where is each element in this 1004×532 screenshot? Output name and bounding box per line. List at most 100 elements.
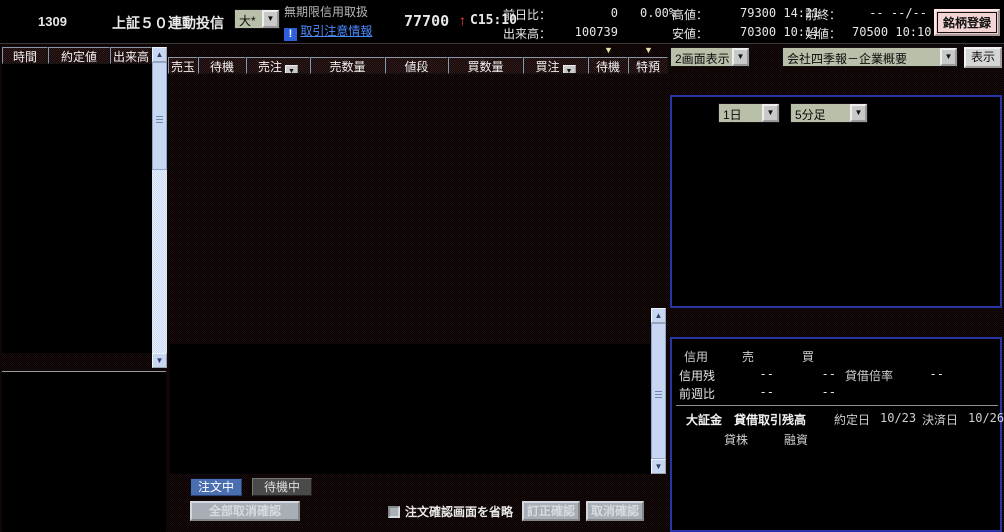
orders-list[interactable]	[170, 344, 650, 474]
book-col-wait-sell: 待機	[198, 57, 246, 74]
volume-label: 出来高：	[503, 25, 551, 42]
current-price: 77700	[404, 12, 449, 30]
book-col-wait-buy: 待機	[588, 57, 628, 74]
stock-code: 1309	[38, 14, 67, 29]
candlestick-chart	[672, 126, 1000, 306]
book-col-sell-qty: 売数量	[310, 57, 385, 74]
filter-waiting-button[interactable]: 待機中	[252, 478, 312, 496]
column-marker-icon: ▼	[604, 45, 613, 55]
show-button[interactable]: 表示	[964, 47, 1002, 68]
trade-notice-link[interactable]: ! 取引注意情報	[284, 22, 372, 41]
book-col-buy-order: 買注▼	[523, 57, 588, 74]
tape-col-time: 時間	[2, 47, 48, 64]
content-select-value: 会社四季報－企業概要	[783, 48, 940, 66]
cancel-all-confirm-button[interactable]: 全部取消確認	[190, 501, 300, 521]
orders-scroll-down-button[interactable]: ▼	[651, 459, 666, 474]
tape-scroll-up-button[interactable]: ▲	[152, 47, 167, 62]
credit-balance-label: 信用残	[679, 367, 715, 384]
book-col-sell-order: 売注▼	[246, 57, 310, 74]
credit-head-sell: 売	[742, 348, 754, 365]
prev-close-label: 前終：	[805, 6, 841, 23]
dropdown-arrow-icon[interactable]: ▼	[940, 48, 957, 66]
confirm-cancel-button[interactable]: 取消確認	[586, 501, 644, 521]
chart-period-value: 1日	[719, 104, 762, 122]
prev-close-value: -- --/--	[855, 6, 927, 20]
scroll-down-icon: ▼	[655, 462, 663, 471]
chart-interval-value: 5分足	[791, 104, 850, 122]
tape-list	[2, 64, 152, 353]
buy-order-dropdown-icon[interactable]: ▼	[563, 65, 576, 74]
week-over-week-sell: --	[732, 385, 774, 399]
dropdown-arrow-icon[interactable]: ▼	[850, 104, 867, 122]
credit-head-label: 信用	[684, 348, 708, 365]
stock-loan-col-label: 貸株	[724, 431, 748, 448]
margin-type-label: 無期限信用取扱	[284, 3, 368, 20]
low-label: 安値：	[672, 25, 708, 42]
trade-date-value: 10/23	[880, 411, 916, 425]
high-label: 高値：	[672, 6, 708, 23]
chart-period-select[interactable]: 1日 ▼	[718, 103, 780, 123]
order-book	[168, 74, 668, 282]
register-symbol-button[interactable]: 銘柄登録	[934, 9, 1000, 36]
orders-table-header	[170, 308, 650, 344]
loan-ratio-label: 貸借倍率	[845, 367, 893, 384]
prev-diff-label: 前日比：	[503, 6, 551, 23]
divider	[676, 405, 998, 406]
lot-size-select[interactable]: 大* ▼	[234, 9, 280, 29]
chart-interval-select[interactable]: 5分足 ▼	[790, 103, 868, 123]
prev-diff-value: 0	[560, 6, 618, 20]
skip-confirm-label: 注文確認画面を省略	[405, 505, 513, 519]
orders-scrollbar-thumb[interactable]	[651, 323, 666, 459]
settle-date-label: 決済日	[922, 411, 958, 428]
scrollbar-grip	[156, 116, 163, 123]
dropdown-arrow-icon[interactable]: ▼	[762, 104, 779, 122]
scroll-down-icon: ▼	[156, 356, 164, 365]
tape-scrollbar-thumb[interactable]	[152, 62, 167, 170]
skip-confirm-checkbox-row[interactable]: 注文確認画面を省略	[388, 503, 513, 520]
right-bottom-tab-bar	[670, 317, 982, 337]
credit-balance-buy: --	[794, 367, 836, 381]
column-marker-icon: ▼	[644, 45, 653, 55]
header-bar: 1309 上証５０連動投信 大* ▼ 無期限信用取扱 ! 取引注意情報 7770…	[0, 0, 1004, 44]
trade-date-label: 約定日	[834, 411, 870, 428]
book-column-markers: ▼ ▼	[168, 45, 668, 57]
credit-panel: 信用 売 買 信用残 -- -- 貸借倍率 -- 前週比 -- -- 大証金 貸…	[670, 337, 1002, 532]
sell-order-dropdown-icon[interactable]: ▼	[285, 65, 298, 74]
confirm-edit-button[interactable]: 訂正確認	[522, 501, 580, 521]
volume-value: 100739	[560, 25, 618, 39]
filter-ordering-button[interactable]: 注文中	[190, 478, 242, 496]
week-over-week-label: 前週比	[679, 385, 715, 402]
scroll-up-icon: ▲	[156, 50, 164, 59]
price-up-arrow-icon: ↑	[459, 12, 466, 28]
dropdown-arrow-icon[interactable]: ▼	[732, 48, 749, 66]
settle-date-value: 10/26	[968, 411, 1004, 425]
book-col-special: 特預	[628, 57, 668, 74]
tape-scroll-down-button[interactable]: ▼	[152, 353, 167, 368]
checkbox-icon[interactable]	[388, 506, 400, 518]
book-col-buy-qty: 買数量	[448, 57, 523, 74]
content-select[interactable]: 会社四季報－企業概要 ▼	[782, 47, 958, 67]
right-top-tab-bar	[670, 75, 982, 95]
trading-terminal-window: { "icons": { "dropdown_arrow": "▼", "scr…	[0, 0, 1004, 532]
tape-header: 時間 約定値 出来高	[2, 47, 152, 64]
open-label: 始値：	[805, 25, 841, 42]
week-over-week-buy: --	[794, 385, 836, 399]
credit-head-buy: 買	[802, 348, 814, 365]
screen-layout-select[interactable]: 2画面表示 ▼	[670, 47, 750, 67]
taisyokin-title: 大証金	[686, 411, 722, 428]
chart-panel: 1日 ▼ 5分足 ▼	[670, 95, 1002, 308]
open-value: 70500 10:10	[852, 25, 931, 39]
tape-col-price: 約定値	[48, 47, 110, 64]
scroll-up-icon: ▲	[655, 311, 663, 320]
taisyokin-subtitle: 貸借取引残高	[734, 411, 806, 428]
book-header: 売玉 待機 売注▼ 売数量 値段 買数量 買注▼ 待機 特預	[168, 57, 668, 74]
notice-bang-icon: !	[284, 28, 297, 41]
orders-scroll-up-button[interactable]: ▲	[651, 308, 666, 323]
financing-col-label: 融資	[784, 431, 808, 448]
dropdown-arrow-icon[interactable]: ▼	[262, 10, 279, 28]
book-col-sell-pos: 売玉	[168, 57, 198, 74]
prev-diff-pct: 0.00%	[640, 6, 676, 20]
book-col-price: 値段	[385, 57, 448, 74]
order-tab-bar	[170, 290, 650, 308]
stock-name: 上証５０連動投信	[112, 13, 224, 33]
